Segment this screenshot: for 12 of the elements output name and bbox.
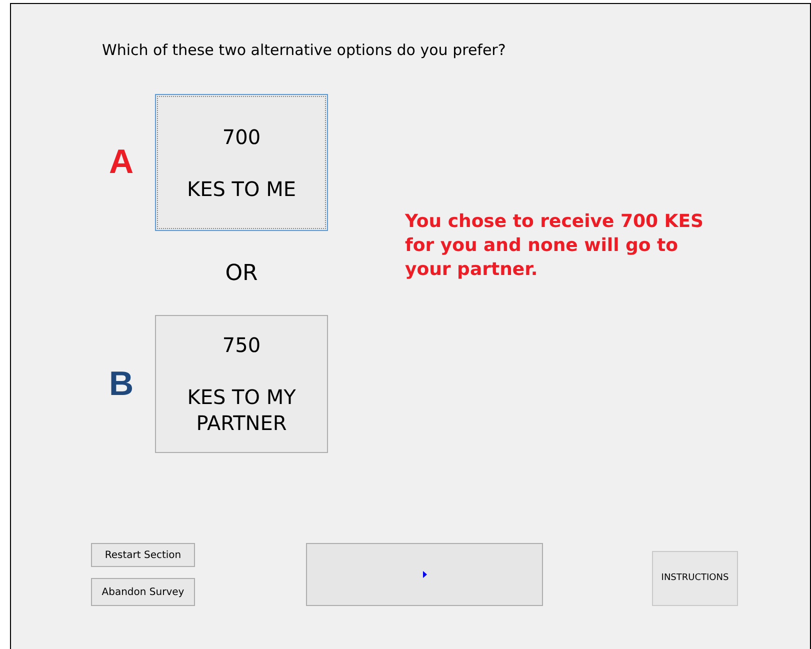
next-button[interactable] (306, 543, 543, 606)
restart-section-button[interactable]: Restart Section (91, 543, 195, 567)
option-letter: A (108, 142, 135, 183)
play-icon (422, 571, 426, 578)
question-text: Which of these two alternative options do you prefer? (102, 40, 506, 61)
abandon-survey-button[interactable]: Abandon Survey (91, 578, 195, 606)
option-button[interactable]: 750 KES TO MY PARTNER (155, 315, 328, 453)
or-label: OR (224, 260, 259, 288)
option-button[interactable]: 700 KES TO ME (155, 94, 328, 231)
result-message: You chose to receive 700 KES for you and none will go to your partner. (405, 210, 704, 282)
instructions-button[interactable]: INSTRUCTIONS (652, 551, 738, 606)
option-letter: B (108, 364, 135, 404)
